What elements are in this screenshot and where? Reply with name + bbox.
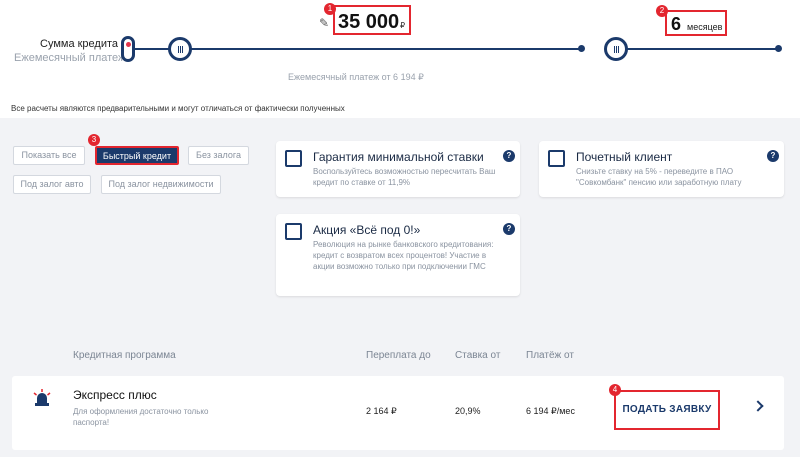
filter-auto-collateral[interactable]: Под залог авто xyxy=(13,175,91,194)
toggle-indicator xyxy=(126,42,131,47)
monthly-label: Ежемесячный платеж xyxy=(14,52,126,64)
siren-icon xyxy=(33,389,51,406)
vip-client-checkbox[interactable] xyxy=(548,150,565,167)
term-value: 6 xyxy=(671,14,682,34)
rate-value: 20,9% xyxy=(455,406,481,416)
amount-slider-end xyxy=(578,45,585,52)
apply-button[interactable]: ПОДАТЬ ЗАЯВКУ xyxy=(614,390,720,430)
amount-currency: ₽ xyxy=(400,21,406,30)
help-icon[interactable]: ? xyxy=(503,150,515,162)
amount-value: 35 000 xyxy=(338,11,400,33)
header-rate: Ставка от xyxy=(455,350,501,361)
grip-icon xyxy=(178,46,183,53)
header-program: Кредитная программа xyxy=(73,350,176,361)
header-payment: Платёж от xyxy=(526,350,574,361)
payment-value: 6 194 ₽/мес xyxy=(526,406,575,416)
filter-realty-collateral[interactable]: Под залог недвижимости xyxy=(101,175,221,194)
pencil-icon[interactable]: ✎ xyxy=(319,16,329,30)
option-title: Акция «Всё под 0!» xyxy=(313,223,421,237)
grip-icon xyxy=(614,46,619,53)
term-unit: месяцев xyxy=(687,22,723,32)
header-overpay: Переплата до xyxy=(366,350,431,361)
help-icon[interactable]: ? xyxy=(767,150,779,162)
help-icon[interactable]: ? xyxy=(503,223,515,235)
term-slider-track[interactable] xyxy=(618,48,780,50)
annotation-badge-4: 4 xyxy=(609,384,621,396)
annotation-badge-3: 3 xyxy=(88,134,100,146)
term-slider-handle[interactable] xyxy=(604,37,628,61)
option-desc: Революция на рынке банковского кредитова… xyxy=(313,240,494,271)
promo-checkbox[interactable] xyxy=(285,223,302,240)
option-desc: Воспользуйтесь возможностью пересчитать … xyxy=(313,167,496,187)
filter-quick-credit[interactable]: Быстрый кредит xyxy=(95,146,179,165)
monthly-payment-note: Ежемесячный платеж от 6 194 ₽ xyxy=(288,72,424,82)
term-value-box[interactable]: 6 месяцев xyxy=(665,10,727,36)
program-desc: Для оформления достаточно только паспорт… xyxy=(73,407,209,427)
mode-toggle[interactable] xyxy=(121,36,135,62)
filter-no-collateral[interactable]: Без залога xyxy=(188,146,249,165)
term-slider-end xyxy=(775,45,782,52)
annotation-badge-2: 2 xyxy=(656,5,668,17)
filter-show-all[interactable]: Показать все xyxy=(13,146,85,165)
sum-label: Сумма кредита xyxy=(40,38,119,50)
amount-slider-track[interactable] xyxy=(135,48,581,50)
option-title: Почетный клиент xyxy=(576,150,673,164)
min-rate-checkbox[interactable] xyxy=(285,150,302,167)
option-title: Гарантия минимальной ставки xyxy=(313,150,484,164)
disclaimer-text: Все расчеты являются предварительными и … xyxy=(11,104,345,113)
amount-slider-handle[interactable] xyxy=(168,37,192,61)
overpay-value: 2 164 ₽ xyxy=(366,406,397,416)
program-name[interactable]: Экспресс плюс xyxy=(73,388,157,402)
amount-value-box[interactable]: 35 000 ₽ xyxy=(333,5,411,35)
option-desc: Снизьте ставку на 5% - переведите в ПАО … xyxy=(576,167,742,187)
annotation-badge-1: 1 xyxy=(324,3,336,15)
